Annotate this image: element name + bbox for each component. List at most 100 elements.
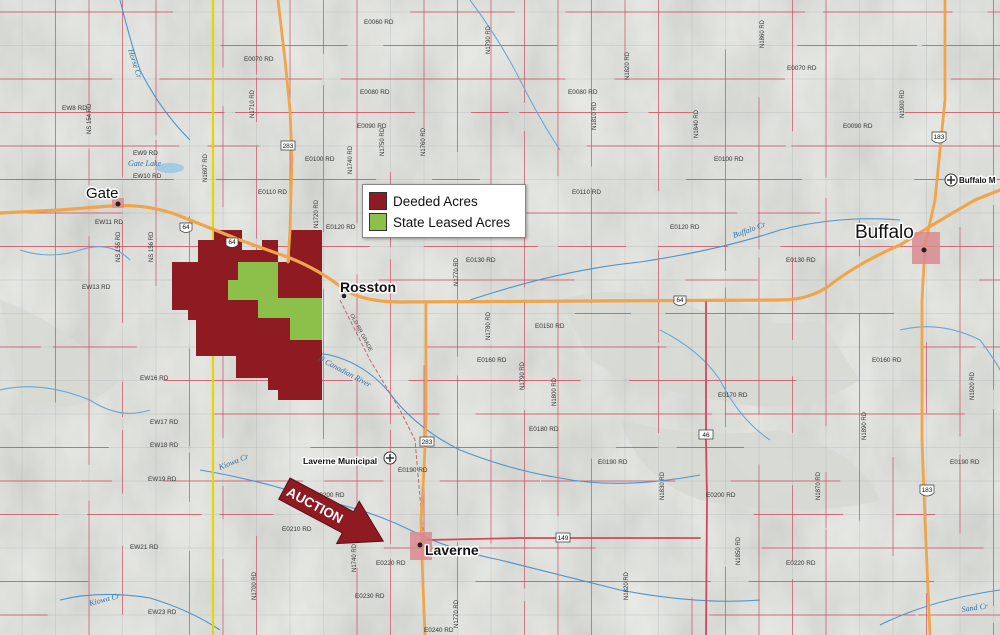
road-label-n1810: N1810 RD: [592, 101, 598, 130]
road-label-e0180: E0180 RD: [529, 426, 559, 433]
road-label-e0120-mid: E0120 RD: [670, 224, 700, 231]
road-label-e0220-east: E0220 RD: [786, 560, 816, 567]
road-label-e0170: E0170 RD: [718, 392, 748, 399]
road-label-ew21: EW21 RD: [130, 544, 159, 551]
road-label-e0230: E0230 RD: [355, 593, 385, 600]
us-64-shield-west-label: 64: [182, 224, 190, 231]
road-label-n1790: N1790 RD: [520, 361, 526, 390]
road-label-n1900: N1900 RD: [900, 89, 906, 118]
road-label-n1770-south: N1770 RD: [454, 599, 460, 628]
us-64-shield-mid: 64: [225, 237, 239, 248]
sh-46-highway: [705, 301, 708, 635]
us-64-shield-east: 64: [673, 295, 687, 306]
town-label-rosston: Rosston: [340, 279, 396, 295]
road-label-ew10: EW10 RD: [133, 173, 162, 180]
road-label-ew16: EW16 RD: [140, 375, 169, 382]
map-legend: Deeded Acres State Leased Acres: [362, 184, 526, 238]
road-label-e0190: E0190 RD: [398, 467, 428, 474]
road-label-n1920: N1920 RD: [970, 371, 976, 400]
road-label-n1740-south: N1740 RD: [352, 543, 358, 572]
road-label-n1800: N1800 RD: [552, 377, 558, 406]
road-label-e0110-mid: E0110 RD: [572, 189, 601, 196]
sh-283-shield-north: 283: [280, 140, 296, 151]
road-label-e0200-east: E0200 RD: [706, 492, 736, 499]
road-label-n1860: N1860 RD: [760, 19, 766, 48]
us-183-shield-south: 183: [919, 484, 935, 497]
road-label-e0100-east: E0100 RD: [714, 156, 744, 163]
road-label-e0190-mid: E0190 RD: [598, 459, 628, 466]
road-label-e0190-east: E0190 RD: [950, 459, 980, 466]
road-label-e0240: E0240 RD: [424, 627, 454, 634]
legend-label-deeded: Deeded Acres: [393, 193, 478, 209]
sh-283-shield-south-label: 283: [422, 439, 433, 446]
legend-swatch-state-leased: [369, 213, 387, 231]
airport-icon-laverne: [383, 451, 397, 465]
road-label-ew11: EW11 RD: [95, 219, 123, 226]
road-label-n1820-south: N1820 RD: [624, 571, 630, 600]
road-label-e0150: E0150 RD: [535, 323, 565, 330]
legend-swatch-deeded: [369, 192, 387, 210]
us-183-shield-north-label: 183: [934, 134, 945, 141]
airport-label-buffalo: Buffalo M: [959, 176, 996, 185]
road-label-ew19: EW19 RD: [148, 476, 177, 483]
sh-46-shield: 46: [698, 429, 714, 440]
road-label-ns155: NS 155 RD: [116, 231, 122, 262]
road-label-e0130: E0130 RD: [466, 257, 496, 264]
road-label-n1890: N1890 RD: [862, 411, 868, 440]
sh-149-shield: 149: [555, 532, 571, 543]
map-canvas[interactable]: 64 64 64 283 283 183 183 149 46 E0060 RD…: [0, 0, 1000, 635]
legend-label-state-leased: State Leased Acres: [393, 214, 511, 230]
road-label-ns154: NS 154 RD: [87, 103, 93, 134]
road-label-n1697: N1697 RD: [203, 153, 209, 182]
road-label-ew17: EW17 RD: [150, 419, 179, 426]
road-label-e0210: E0210 RD: [282, 526, 312, 533]
airport-label-laverne: Laverne Municipal: [303, 456, 377, 466]
road-label-e0080: E0080 RD: [360, 89, 390, 96]
road-label-e0070-east: E0070 RD: [787, 65, 817, 72]
road-label-e0220: E0220 RD: [376, 560, 406, 567]
us-64-shield-west: 64: [179, 222, 193, 233]
road-label-ew8: EW8 RD: [62, 105, 87, 112]
us-183-shield-south-label: 183: [922, 487, 933, 494]
road-label-ew9: EW9 RD: [133, 150, 158, 157]
road-label-e0090-east: E0090 RD: [843, 123, 873, 130]
legend-row-state-leased: State Leased Acres: [369, 213, 510, 231]
road-label-e0100: E0100 RD: [305, 156, 335, 163]
laverne-town-dot: [417, 542, 423, 548]
road-label-n1780: N1780 RD: [486, 311, 492, 340]
road-label-n1820: N1820 RD: [625, 51, 631, 80]
road-label-e0160: E0160 RD: [477, 357, 507, 364]
road-label-n1830: N1830 RD: [660, 471, 666, 500]
road-label-n1850: N1850 RD: [736, 536, 742, 565]
us-183-shield-north: 183: [931, 131, 947, 144]
road-label-n1770: N1770 RD: [454, 257, 460, 286]
road-label-ew13: EW13 RD: [82, 284, 111, 291]
sh-283-shield-south: 283: [419, 436, 435, 447]
town-label-gate: Gate: [86, 185, 119, 202]
sh-46-shield-label: 46: [702, 432, 710, 439]
road-label-n1700: N1700 RD: [252, 571, 258, 600]
road-label-ew23: EW23 RD: [148, 609, 177, 616]
us-64-shield-mid-label: 64: [228, 239, 236, 246]
road-label-e0130-east: E0130 RD: [786, 257, 816, 264]
road-label-n1740: N1740 RD: [348, 145, 354, 174]
road-label-n1750: N1750 RD: [380, 127, 386, 156]
road-label-e0120: E0120 RD: [326, 224, 356, 231]
town-label-buffalo: Buffalo: [855, 222, 914, 243]
road-label-e0160-east: E0160 RD: [872, 357, 902, 364]
sh-283-shield-north-label: 283: [283, 143, 294, 150]
gate-town-dot: [115, 201, 121, 207]
road-label-e0060: E0060 RD: [364, 19, 394, 26]
town-label-laverne: Laverne: [425, 542, 479, 558]
legend-row-deeded: Deeded Acres: [369, 192, 478, 210]
sh-149-shield-label: 149: [558, 535, 569, 542]
road-label-n1870: N1870 RD: [816, 471, 822, 500]
buffalo-town-area: [912, 232, 940, 264]
road-label-ns156: NS 156 RD: [149, 231, 155, 262]
road-label-n1720: N1720 RD: [314, 199, 320, 228]
water-label-gate-lake: Gate Lake: [128, 159, 162, 168]
road-label-n1840: N1840 RD: [694, 109, 700, 138]
road-label-ew18: EW18 RD: [150, 442, 179, 449]
road-label-n1710: N1710 RD: [250, 89, 256, 118]
us-64-shield-east-label: 64: [676, 297, 684, 304]
